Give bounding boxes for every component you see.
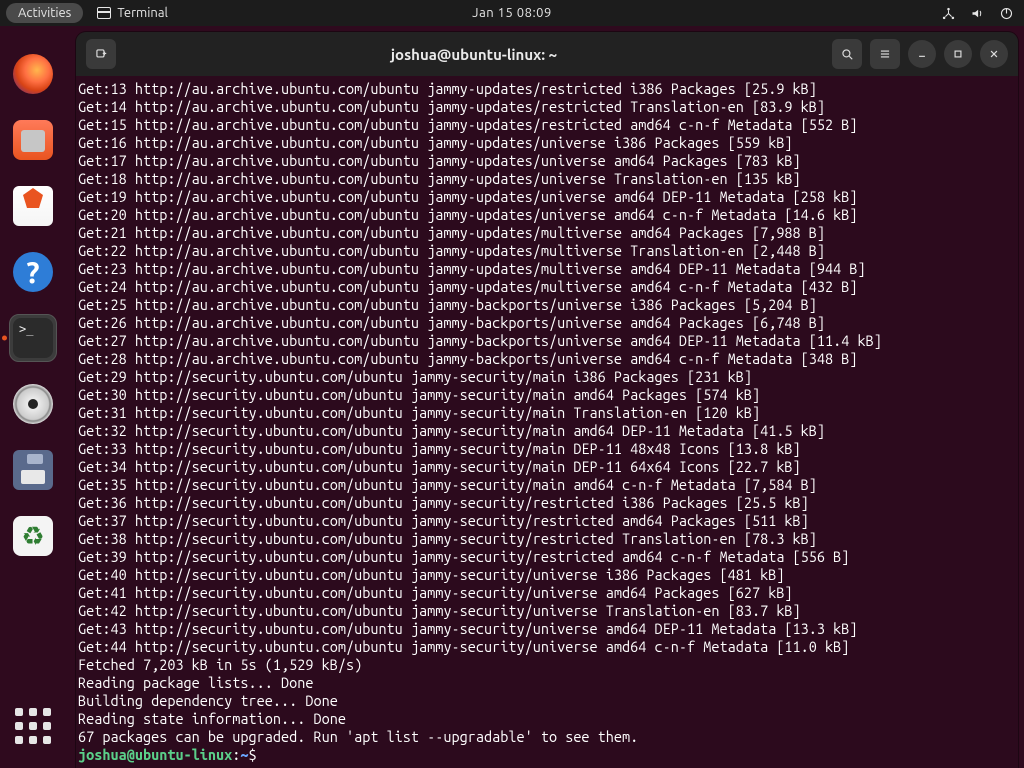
terminal-line: Get:22 http://au.archive.ubuntu.com/ubun… bbox=[78, 242, 1012, 260]
terminal-line: Get:14 http://au.archive.ubuntu.com/ubun… bbox=[78, 98, 1012, 116]
terminal-line: Get:18 http://au.archive.ubuntu.com/ubun… bbox=[78, 170, 1012, 188]
disc-icon bbox=[13, 384, 53, 424]
dock-firefox[interactable] bbox=[9, 50, 57, 98]
terminal-line: Get:29 http://security.ubuntu.com/ubuntu… bbox=[78, 368, 1012, 386]
close-button[interactable] bbox=[980, 40, 1008, 68]
terminal-titlebar[interactable]: joshua@ubuntu-linux: ~ bbox=[76, 32, 1018, 76]
terminal-line: Reading state information... Done bbox=[78, 710, 1012, 728]
terminal-line: Get:26 http://au.archive.ubuntu.com/ubun… bbox=[78, 314, 1012, 332]
terminal-line: Get:37 http://security.ubuntu.com/ubuntu… bbox=[78, 512, 1012, 530]
terminal-line: Get:36 http://security.ubuntu.com/ubuntu… bbox=[78, 494, 1012, 512]
terminal-line: Building dependency tree... Done bbox=[78, 692, 1012, 710]
focused-app-label: Terminal bbox=[117, 6, 168, 20]
terminal-launcher-icon bbox=[13, 318, 53, 358]
terminal-line: Get:21 http://au.archive.ubuntu.com/ubun… bbox=[78, 224, 1012, 242]
volume-icon[interactable] bbox=[970, 6, 985, 21]
apps-grid-icon bbox=[15, 708, 51, 744]
firefox-icon bbox=[13, 54, 53, 94]
terminal-line: Get:39 http://security.ubuntu.com/ubuntu… bbox=[78, 548, 1012, 566]
dock-disc[interactable] bbox=[9, 380, 57, 428]
help-icon: ? bbox=[13, 252, 53, 292]
terminal-window: joshua@ubuntu-linux: ~ Get:13 h bbox=[76, 32, 1018, 768]
dock-software[interactable] bbox=[9, 182, 57, 230]
terminal-line: Get:32 http://security.ubuntu.com/ubuntu… bbox=[78, 422, 1012, 440]
software-icon bbox=[13, 186, 53, 226]
prompt-symbol: $ bbox=[249, 746, 265, 763]
terminal-line: Get:43 http://security.ubuntu.com/ubuntu… bbox=[78, 620, 1012, 638]
prompt-path: ~ bbox=[240, 746, 248, 763]
terminal-line: Get:23 http://au.archive.ubuntu.com/ubun… bbox=[78, 260, 1012, 278]
prompt-line[interactable]: joshua@ubuntu-linux:~$ bbox=[78, 746, 1012, 764]
terminal-line: Get:40 http://security.ubuntu.com/ubuntu… bbox=[78, 566, 1012, 584]
terminal-line: Get:34 http://security.ubuntu.com/ubuntu… bbox=[78, 458, 1012, 476]
terminal-line: Get:19 http://au.archive.ubuntu.com/ubun… bbox=[78, 188, 1012, 206]
window-title: joshua@ubuntu-linux: ~ bbox=[124, 46, 824, 63]
terminal-line: Get:16 http://au.archive.ubuntu.com/ubun… bbox=[78, 134, 1012, 152]
trash-icon bbox=[13, 516, 53, 556]
terminal-line: Get:20 http://au.archive.ubuntu.com/ubun… bbox=[78, 206, 1012, 224]
minimize-button[interactable] bbox=[908, 40, 936, 68]
terminal-line: Get:27 http://au.archive.ubuntu.com/ubun… bbox=[78, 332, 1012, 350]
hamburger-menu-button[interactable] bbox=[870, 39, 900, 69]
terminal-line: 67 packages can be upgraded. Run 'apt li… bbox=[78, 728, 1012, 746]
dock-terminal[interactable] bbox=[9, 314, 57, 362]
files-icon bbox=[13, 120, 53, 160]
terminal-line: Get:15 http://au.archive.ubuntu.com/ubun… bbox=[78, 116, 1012, 134]
prompt-user: joshua@ubuntu-linux bbox=[78, 746, 232, 763]
terminal-line: Get:28 http://au.archive.ubuntu.com/ubun… bbox=[78, 350, 1012, 368]
focused-app-menu[interactable]: Terminal bbox=[97, 6, 168, 20]
terminal-line: Get:25 http://au.archive.ubuntu.com/ubun… bbox=[78, 296, 1012, 314]
terminal-line: Get:17 http://au.archive.ubuntu.com/ubun… bbox=[78, 152, 1012, 170]
workspace: ? joshua@ubuntu-linux: ~ bbox=[0, 26, 1024, 768]
terminal-line: Fetched 7,203 kB in 5s (1,529 kB/s) bbox=[78, 656, 1012, 674]
terminal-line: Get:13 http://au.archive.ubuntu.com/ubun… bbox=[78, 80, 1012, 98]
system-tray bbox=[941, 6, 1014, 21]
activities-button[interactable]: Activities bbox=[6, 3, 83, 23]
terminal-icon bbox=[97, 7, 111, 19]
terminal-line: Get:44 http://security.ubuntu.com/ubuntu… bbox=[78, 638, 1012, 656]
floppy-icon bbox=[13, 450, 53, 490]
terminal-line: Get:24 http://au.archive.ubuntu.com/ubun… bbox=[78, 278, 1012, 296]
terminal-line: Get:33 http://security.ubuntu.com/ubuntu… bbox=[78, 440, 1012, 458]
dock: ? bbox=[0, 26, 66, 768]
terminal-line: Get:41 http://security.ubuntu.com/ubuntu… bbox=[78, 584, 1012, 602]
dock-trash[interactable] bbox=[9, 512, 57, 560]
terminal-line: Get:30 http://security.ubuntu.com/ubuntu… bbox=[78, 386, 1012, 404]
dock-files[interactable] bbox=[9, 116, 57, 164]
dock-help[interactable]: ? bbox=[9, 248, 57, 296]
show-applications-button[interactable] bbox=[9, 702, 57, 750]
terminal-line: Get:35 http://security.ubuntu.com/ubuntu… bbox=[78, 476, 1012, 494]
power-icon[interactable] bbox=[999, 6, 1014, 21]
search-button[interactable] bbox=[832, 39, 862, 69]
top-panel: Activities Terminal Jan 15 08:09 bbox=[0, 0, 1024, 26]
new-tab-button[interactable] bbox=[86, 39, 116, 69]
terminal-line: Get:42 http://security.ubuntu.com/ubuntu… bbox=[78, 602, 1012, 620]
terminal-line: Reading package lists... Done bbox=[78, 674, 1012, 692]
maximize-button[interactable] bbox=[944, 40, 972, 68]
terminal-line: Get:38 http://security.ubuntu.com/ubuntu… bbox=[78, 530, 1012, 548]
network-icon[interactable] bbox=[941, 6, 956, 21]
terminal-output[interactable]: Get:13 http://au.archive.ubuntu.com/ubun… bbox=[76, 76, 1018, 768]
clock[interactable]: Jan 15 08:09 bbox=[472, 6, 552, 20]
dock-floppy[interactable] bbox=[9, 446, 57, 494]
terminal-line: Get:31 http://security.ubuntu.com/ubuntu… bbox=[78, 404, 1012, 422]
